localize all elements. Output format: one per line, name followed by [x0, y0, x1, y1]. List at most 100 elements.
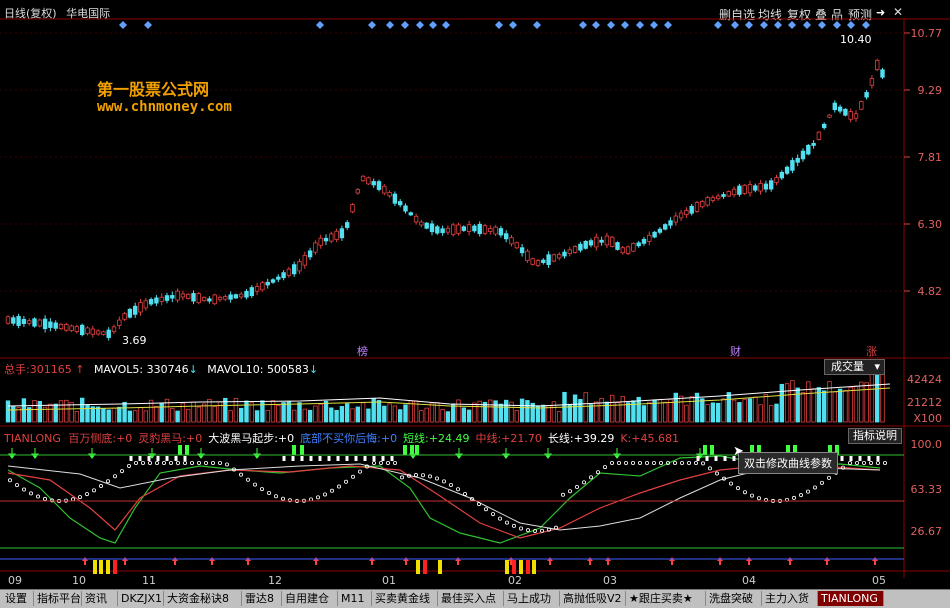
- candle-body: [313, 242, 318, 253]
- event-mark[interactable]: 涨: [866, 343, 877, 359]
- indicator-help-button[interactable]: 指标说明: [848, 428, 902, 444]
- candle-body: [689, 205, 694, 214]
- candle-body: [286, 268, 292, 276]
- volume-bar: [138, 407, 143, 423]
- k-marker: [792, 495, 797, 500]
- volume-bar: [185, 408, 191, 423]
- volume-bar: [472, 402, 477, 423]
- volume-bar: [48, 403, 53, 423]
- k-marker: [750, 493, 755, 498]
- volume-bar: [864, 382, 869, 423]
- tab-7[interactable]: M11: [338, 591, 372, 606]
- tab-4[interactable]: 大资金秘诀8: [164, 591, 242, 606]
- candle-body: [604, 235, 610, 246]
- candle-body: [705, 197, 710, 206]
- candle-body: [588, 240, 594, 246]
- tab-13[interactable]: 洗盘突破: [706, 591, 762, 606]
- candle-body: [302, 254, 307, 266]
- candle-body: [291, 264, 297, 275]
- candle-body: [413, 215, 419, 223]
- candle-body: [429, 223, 435, 233]
- volume-bar: [212, 406, 217, 423]
- tab-14[interactable]: 主力入货: [762, 591, 818, 606]
- tab-15[interactable]: TIANLONG: [818, 591, 884, 606]
- candle-body: [663, 224, 668, 230]
- white-marker: [147, 456, 151, 461]
- volume-bar: [58, 400, 64, 423]
- signal-bar: [532, 560, 536, 574]
- volume-bar: [610, 394, 615, 423]
- white-marker: [300, 456, 304, 461]
- candle-body: [716, 195, 721, 199]
- candle-body: [869, 78, 875, 86]
- tab-2[interactable]: 资讯: [82, 591, 118, 606]
- volume-bar: [594, 401, 599, 423]
- k-marker: [757, 496, 762, 501]
- tab-6[interactable]: 自用建仓: [282, 591, 338, 606]
- date-label: 12: [268, 574, 282, 587]
- signal-diamond: [621, 21, 629, 29]
- tab-1[interactable]: 指标平台: [34, 591, 82, 606]
- volume-bar: [387, 403, 392, 423]
- candle-body: [207, 298, 212, 302]
- k-marker: [462, 491, 467, 496]
- candle-body: [387, 192, 392, 197]
- chevron-down-icon: ▾: [874, 360, 880, 373]
- candle-body: [790, 160, 795, 171]
- tab-3[interactable]: DKZJX1: [118, 591, 164, 606]
- candle-body: [185, 293, 191, 299]
- volume-bar: [344, 403, 350, 423]
- tab-0[interactable]: 设置: [2, 591, 34, 606]
- signal-block: [710, 445, 714, 455]
- volume-bar: [450, 403, 456, 423]
- signal-diamond: [862, 21, 870, 29]
- tab-8[interactable]: 买卖黄金线: [372, 591, 438, 606]
- event-mark[interactable]: 财: [730, 343, 741, 359]
- volume-bar: [583, 392, 588, 423]
- candle-body: [610, 236, 615, 247]
- volume-bar: [175, 410, 180, 423]
- candle-body: [668, 220, 673, 226]
- k-marker: [799, 493, 804, 498]
- volume-indicator-select[interactable]: 成交量 ▾: [824, 359, 885, 375]
- date-label: 03: [603, 574, 617, 587]
- candle-body: [164, 295, 170, 301]
- candle-body: [138, 302, 143, 313]
- tab-5[interactable]: 雷达8: [242, 591, 282, 606]
- candle-body: [779, 171, 784, 179]
- k-marker: [224, 462, 229, 467]
- k-marker: [210, 460, 215, 465]
- k-marker: [71, 497, 76, 502]
- candle-body: [80, 324, 85, 336]
- candle-body: [710, 197, 716, 201]
- k-marker: [147, 460, 152, 465]
- volume-bar: [132, 410, 138, 423]
- close-icon[interactable]: ✕: [893, 5, 903, 19]
- volume-bar: [302, 408, 307, 423]
- signal-diamond: [368, 21, 376, 29]
- event-mark[interactable]: 榜: [357, 343, 368, 359]
- candle-body: [297, 261, 302, 272]
- candle-body: [652, 231, 657, 238]
- k-marker: [315, 495, 320, 500]
- tab-9[interactable]: 最佳买入点: [438, 591, 504, 606]
- white-marker: [867, 456, 871, 461]
- tab-10[interactable]: 马上成功: [504, 591, 560, 606]
- signal-diamond: [401, 21, 409, 29]
- candle-body: [408, 212, 413, 216]
- tab-11[interactable]: 高抛低吸V2: [560, 591, 626, 606]
- candle-body: [572, 246, 578, 253]
- candle-body: [848, 111, 853, 120]
- k-marker: [589, 475, 594, 480]
- signal-block: [415, 445, 419, 455]
- volume-bar: [758, 404, 763, 423]
- candle-body: [260, 282, 265, 291]
- indicator-name[interactable]: TIANLONG: [4, 432, 61, 445]
- candle-body: [647, 234, 652, 242]
- candle-body: [323, 237, 329, 242]
- white-marker: [138, 456, 142, 461]
- candle-body: [594, 236, 599, 248]
- volume-bar: [297, 402, 302, 423]
- tab-12[interactable]: ★跟庄买卖★: [626, 591, 706, 606]
- signal-diamond: [745, 21, 753, 29]
